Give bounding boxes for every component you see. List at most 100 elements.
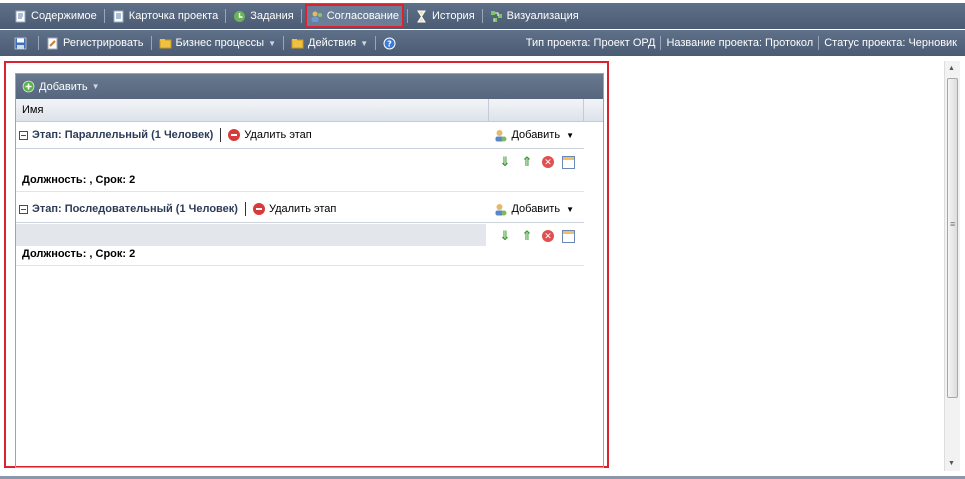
- chevron-down-icon: ▼: [91, 82, 100, 91]
- remove-icon: [252, 203, 265, 215]
- user-add-icon: [495, 129, 507, 141]
- toolbar-divider: [375, 36, 377, 50]
- document-icon: [15, 10, 26, 22]
- delete-stage-label: Удалить этап: [244, 129, 312, 141]
- table-edit-icon[interactable]: [562, 230, 575, 243]
- add-participant-button[interactable]: Добавить ▼: [494, 203, 574, 216]
- register-button[interactable]: Регистрировать: [42, 33, 148, 53]
- save-button[interactable]: [10, 33, 35, 53]
- action-toolbar: Регистрировать Бизнес процессы ▼ Действи…: [0, 30, 965, 56]
- tab-project-card-label: Карточка проекта: [128, 10, 219, 22]
- register-icon: [47, 37, 58, 49]
- delete-stage-button[interactable]: Удалить этап: [228, 129, 312, 141]
- approval-panel: Добавить ▼ Имя Этап: Параллельный (1 Чел…: [4, 61, 609, 468]
- tab-content-label: Содержимое: [31, 10, 97, 22]
- move-up-icon[interactable]: ⇑: [520, 228, 534, 243]
- project-status-bar: Тип проекта: Проект ОРД Название проекта…: [526, 36, 965, 50]
- stage-header: Этап: Последовательный (1 Человек) Удали…: [16, 196, 584, 223]
- delete-icon[interactable]: ✕: [542, 156, 554, 168]
- add-participant-label: Добавить: [511, 203, 561, 215]
- nav-divider: [300, 9, 302, 23]
- vertical-scrollbar[interactable]: ▲ ≡ ▼: [944, 61, 960, 471]
- table-row[interactable]: ⇓ ⇑ ✕ Должность: , Срок: 2: [16, 223, 584, 266]
- svg-text:?: ?: [387, 39, 392, 48]
- delete-stage-label: Удалить этап: [268, 203, 337, 215]
- add-participant-button[interactable]: Добавить ▼: [494, 129, 574, 142]
- table-row[interactable]: ⇓ ⇑ ✕ Должность: , Срок: 2: [16, 149, 584, 192]
- scroll-down-icon[interactable]: ▼: [948, 460, 955, 467]
- business-processes-label: Бизнес процессы: [175, 37, 265, 49]
- actions-menu[interactable]: Действия ▼: [287, 33, 372, 53]
- participant-info: Должность: , Срок: 2: [22, 248, 136, 260]
- add-stage-button[interactable]: Добавить ▼: [22, 77, 100, 97]
- scroll-up-icon[interactable]: ▲: [948, 65, 955, 72]
- tab-history-label: История: [432, 10, 475, 22]
- folder-icon: [291, 38, 304, 48]
- help-icon: ?: [383, 37, 396, 49]
- chevron-down-icon: ▼: [268, 38, 277, 48]
- tab-project-card[interactable]: Карточка проекта: [108, 6, 222, 26]
- stage-divider: [244, 202, 246, 216]
- toolbar-divider: [38, 36, 39, 50]
- tab-history[interactable]: История: [411, 6, 479, 26]
- delete-icon[interactable]: ✕: [542, 230, 554, 242]
- scroll-thumb[interactable]: ≡: [947, 78, 958, 398]
- participant-info: Должность: , Срок: 2: [22, 174, 136, 186]
- project-state: Статус проекта: Черновик: [824, 37, 957, 49]
- approval-grid: Добавить ▼ Имя Этап: Параллельный (1 Чел…: [15, 73, 604, 468]
- add-icon: [22, 80, 35, 93]
- grid-header: Имя: [16, 99, 603, 122]
- diagram-icon: [490, 10, 502, 22]
- actions-label: Действия: [308, 37, 357, 49]
- tab-approval[interactable]: Согласование: [304, 4, 404, 28]
- tab-content[interactable]: Содержимое: [10, 6, 101, 26]
- tab-approval-label: Согласование: [326, 10, 399, 22]
- remove-icon: [228, 129, 241, 141]
- hourglass-icon: [417, 10, 426, 22]
- delete-stage-button[interactable]: Удалить этап: [252, 203, 337, 215]
- grid-toolbar: Добавить ▼: [16, 74, 603, 99]
- toolbar-divider: [283, 36, 285, 50]
- card-icon: [113, 10, 124, 22]
- toolbar-divider: [150, 36, 152, 50]
- save-icon: [14, 37, 27, 49]
- status-divider: [818, 36, 820, 50]
- collapse-icon[interactable]: [19, 204, 28, 214]
- row-actions: ⇓ ⇑ ✕: [490, 154, 575, 169]
- tab-tasks-label: Задания: [250, 10, 294, 22]
- nav-divider: [103, 9, 105, 23]
- stage-header: Этап: Параллельный (1 Человек) Удалить э…: [16, 122, 584, 149]
- main-tab-bar: Содержимое Карточка проекта Задания Согл…: [0, 3, 965, 29]
- status-divider: [660, 36, 662, 50]
- stage-divider: [220, 128, 222, 142]
- folder-icon: [159, 38, 172, 48]
- tab-visualization-label: Визуализация: [506, 10, 579, 22]
- nav-divider: [481, 9, 483, 23]
- project-type: Тип проекта: Проект ОРД: [525, 37, 656, 49]
- column-header-name[interactable]: Имя: [16, 99, 489, 121]
- move-up-icon[interactable]: ⇑: [520, 154, 534, 169]
- approval-icon: [311, 11, 322, 22]
- nav-divider: [407, 9, 408, 23]
- tab-visualization[interactable]: Визуализация: [486, 6, 583, 26]
- help-button[interactable]: ?: [379, 33, 404, 53]
- stage-group: Этап: Последовательный (1 Человек) Удали…: [16, 196, 584, 266]
- move-down-icon[interactable]: ⇓: [498, 154, 512, 169]
- nav-divider: [225, 9, 227, 23]
- row-actions: ⇓ ⇑ ✕: [490, 228, 575, 243]
- stage-group: Этап: Параллельный (1 Человек) Удалить э…: [16, 122, 584, 192]
- grip-icon: ≡: [950, 219, 956, 229]
- move-down-icon[interactable]: ⇓: [498, 228, 512, 243]
- tab-tasks[interactable]: Задания: [229, 6, 297, 26]
- business-processes-menu[interactable]: Бизнес процессы ▼: [155, 33, 280, 53]
- stage-title[interactable]: Этап: Параллельный (1 Человек): [32, 129, 213, 141]
- project-name: Название проекта: Протокол: [666, 37, 814, 49]
- stage-title[interactable]: Этап: Последовательный (1 Человек): [32, 203, 238, 215]
- chevron-down-icon: ▼: [360, 38, 369, 48]
- tasks-icon: [234, 10, 246, 22]
- collapse-icon[interactable]: [19, 130, 28, 140]
- column-header-extra[interactable]: [489, 99, 584, 121]
- add-stage-label: Добавить: [39, 80, 88, 93]
- chevron-down-icon: ▼: [566, 204, 574, 214]
- table-edit-icon[interactable]: [562, 156, 575, 169]
